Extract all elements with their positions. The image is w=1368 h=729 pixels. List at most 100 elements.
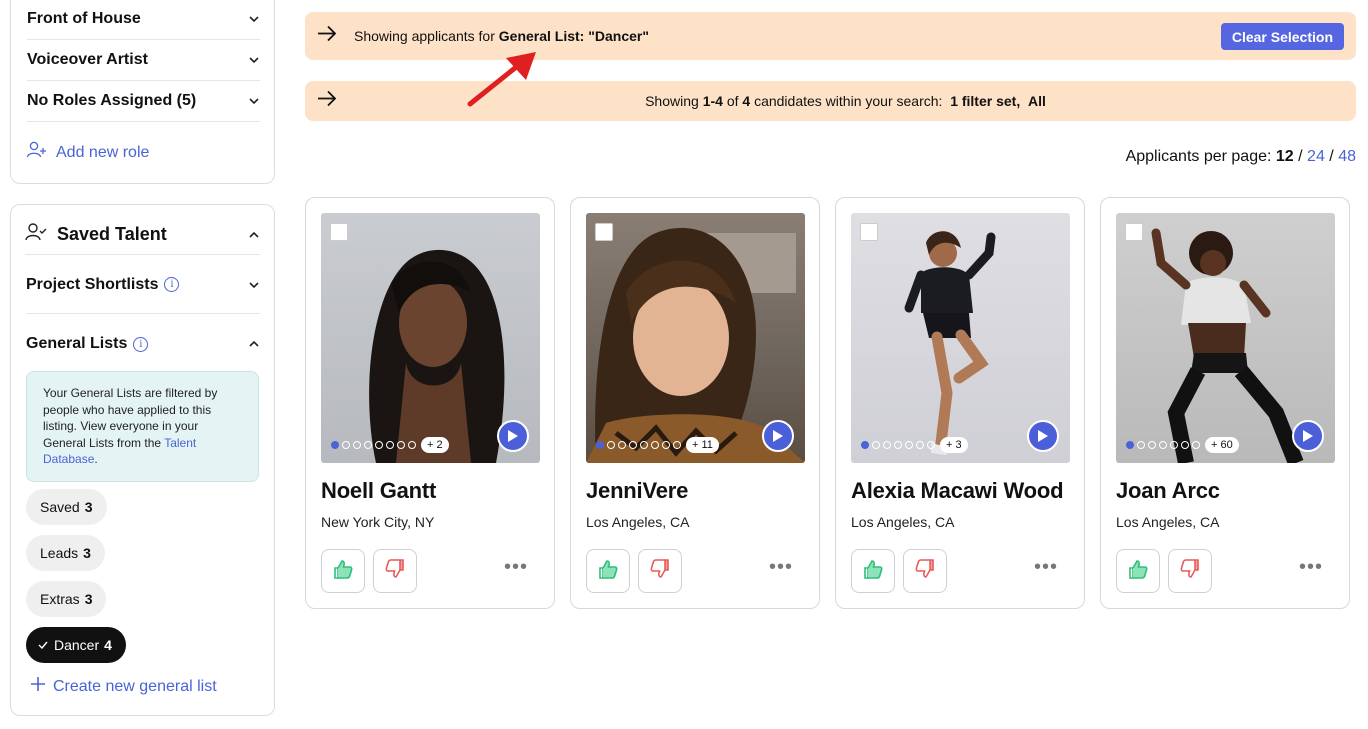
per-page-12[interactable]: 12 [1276, 148, 1294, 165]
candidate-location: New York City, NY [321, 514, 435, 530]
chip-label: Leads [40, 545, 79, 561]
thumbs-down-icon [649, 558, 671, 585]
candidate-name[interactable]: JenniVere [586, 478, 688, 504]
results-total: 4 [742, 93, 751, 109]
chevron-down-icon[interactable] [248, 54, 260, 66]
thumbs-down-icon [914, 558, 936, 585]
chip-label: Extras [40, 591, 80, 607]
candidate-card[interactable]: + 11 JenniVere Los Angeles, CA ••• [570, 197, 820, 609]
candidate-photo[interactable]: + 11 [586, 213, 805, 463]
select-checkbox[interactable] [595, 223, 613, 241]
selection-text: Showing applicants for General List: "Da… [354, 28, 649, 44]
chevron-up-icon[interactable] [248, 229, 260, 241]
list-chip-extras[interactable]: Extras 3 [26, 581, 107, 617]
project-shortlists-row[interactable]: Project Shortlists i [26, 256, 260, 314]
more-options-icon[interactable]: ••• [1299, 557, 1323, 577]
thumbs-up-button[interactable] [586, 549, 630, 593]
info-end: . [94, 452, 98, 466]
candidate-card[interactable]: + 2 Noell Gantt New York City, NY ••• [305, 197, 555, 609]
selection-list-name: General List: "Dancer" [498, 28, 649, 44]
candidate-photo[interactable]: + 60 [1116, 213, 1335, 463]
photo-pagination[interactable]: + 2 [331, 437, 449, 453]
saved-talent-title: Saved Talent [57, 224, 167, 244]
more-options-icon[interactable]: ••• [1034, 557, 1058, 577]
per-page-48[interactable]: 48 [1338, 148, 1356, 165]
clear-selection-button[interactable]: Clear Selection [1220, 23, 1344, 50]
play-video-icon[interactable] [1292, 420, 1324, 452]
candidate-card[interactable]: + 60 Joan Arcc Los Angeles, CA ••• [1100, 197, 1350, 609]
saved-talent-header[interactable]: Saved Talent [25, 215, 260, 255]
role-label: Voiceover Artist [27, 51, 148, 68]
project-shortlists-label: Project Shortlists [26, 275, 159, 293]
candidate-card[interactable]: + 3 Alexia Macawi Wood Los Angeles, CA •… [835, 197, 1085, 609]
thumbs-down-button[interactable] [373, 549, 417, 593]
candidate-photo[interactable]: + 3 [851, 213, 1070, 463]
per-page-sep: / [1329, 148, 1334, 165]
results-filters: 1 filter set, [950, 93, 1021, 109]
general-lists-row[interactable]: General Lists i [26, 315, 260, 373]
thumbs-up-icon [332, 558, 354, 585]
select-checkbox[interactable] [330, 223, 348, 241]
annotation-arrow [462, 48, 542, 115]
thumbs-down-button[interactable] [903, 549, 947, 593]
results-t2: of [726, 93, 739, 109]
list-chip-dancer[interactable]: Dancer 4 [26, 627, 126, 663]
thumbs-down-button[interactable] [1168, 549, 1212, 593]
play-video-icon[interactable] [497, 420, 529, 452]
list-chip-saved[interactable]: Saved 3 [26, 489, 107, 525]
saved-talent-panel: Saved Talent Project Shortlists i Genera… [10, 204, 275, 716]
info-icon[interactable]: i [164, 277, 180, 292]
photo-pagination[interactable]: + 11 [596, 437, 719, 453]
thumbs-down-icon [384, 558, 406, 585]
thumbs-down-button[interactable] [638, 549, 682, 593]
check-icon [38, 638, 48, 652]
plus-icon [31, 677, 45, 696]
play-video-icon[interactable] [1027, 420, 1059, 452]
user-check-icon [25, 222, 47, 247]
thumbs-down-icon [1179, 558, 1201, 585]
role-label: No Roles Assigned (5) [27, 92, 197, 109]
thumbs-up-icon [862, 558, 884, 585]
candidate-photo[interactable]: + 2 [321, 213, 540, 463]
more-photos-count: + 60 [1205, 437, 1239, 453]
selection-prefix: Showing applicants for [354, 28, 495, 44]
candidate-name[interactable]: Noell Gantt [321, 478, 436, 504]
applicants-per-page: Applicants per page: 12 / 24 / 48 [1126, 148, 1356, 166]
chevron-up-icon[interactable] [248, 338, 260, 350]
select-checkbox[interactable] [860, 223, 878, 241]
more-options-icon[interactable]: ••• [504, 557, 528, 577]
thumbs-up-button[interactable] [851, 549, 895, 593]
more-options-icon[interactable]: ••• [769, 557, 793, 577]
chevron-down-icon[interactable] [248, 279, 260, 291]
thumbs-up-button[interactable] [321, 549, 365, 593]
candidate-name[interactable]: Joan Arcc [1116, 478, 1220, 504]
photo-pagination[interactable]: + 3 [861, 437, 968, 453]
chip-count: 3 [83, 545, 91, 561]
more-photos-count: + 3 [940, 437, 968, 453]
role-label: Front of House [27, 10, 141, 27]
role-front-of-house[interactable]: Front of House [27, 0, 260, 40]
add-user-icon [26, 141, 48, 164]
select-checkbox[interactable] [1125, 223, 1143, 241]
results-range: 1-4 [702, 93, 723, 109]
create-list-label: Create new general list [53, 677, 217, 695]
photo-pagination[interactable]: + 60 [1126, 437, 1239, 453]
role-no-roles-assigned[interactable]: No Roles Assigned (5) [27, 81, 260, 122]
per-page-24[interactable]: 24 [1307, 148, 1325, 165]
results-scope: All [1028, 93, 1046, 109]
chevron-down-icon[interactable] [248, 13, 260, 25]
thumbs-up-button[interactable] [1116, 549, 1160, 593]
role-voiceover-artist[interactable]: Voiceover Artist [27, 40, 260, 81]
more-photos-count: + 2 [421, 437, 449, 453]
play-video-icon[interactable] [762, 420, 794, 452]
candidate-name[interactable]: Alexia Macawi Wood [851, 478, 1064, 504]
info-icon[interactable]: i [133, 336, 149, 352]
candidate-location: Los Angeles, CA [586, 514, 690, 530]
arrow-right-icon[interactable] [317, 25, 337, 47]
chevron-down-icon[interactable] [248, 95, 260, 107]
general-lists-info-box: Your General Lists are filtered by peopl… [26, 371, 259, 482]
create-general-list-button[interactable]: Create new general list [31, 677, 217, 696]
list-chip-leads[interactable]: Leads 3 [26, 535, 105, 571]
add-new-role-button[interactable]: Add new role [26, 141, 149, 164]
general-lists-label: General Lists [26, 335, 128, 352]
